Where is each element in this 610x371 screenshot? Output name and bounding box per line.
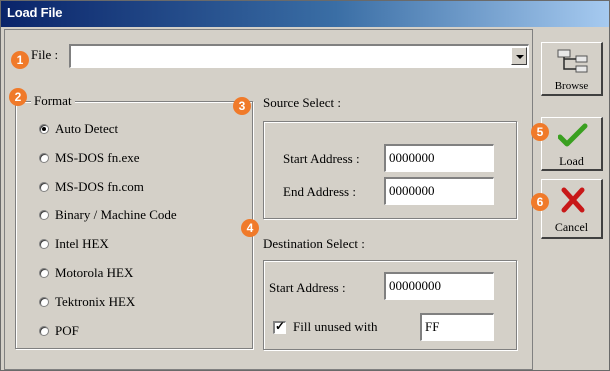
cancel-button[interactable]: Cancel (541, 179, 603, 239)
x-icon (561, 187, 585, 213)
radio-icon[interactable] (39, 297, 49, 307)
callout-1: 1 (11, 51, 29, 69)
radio-label: POF (55, 323, 79, 338)
source-end-label: End Address : (283, 184, 356, 199)
source-start-address-input[interactable]: 0000000 (384, 144, 494, 172)
file-dropdown-button[interactable] (511, 47, 527, 65)
radio-icon[interactable] (39, 268, 49, 278)
checkmark-icon (558, 123, 588, 147)
file-combobox[interactable] (69, 44, 529, 68)
browse-button[interactable]: Browse (541, 42, 603, 96)
radio-icon[interactable] (39, 326, 49, 336)
source-start-label: Start Address : (283, 151, 360, 166)
radio-label: MS-DOS fn.com (55, 179, 144, 194)
destination-select-title: Destination Select : (263, 236, 365, 251)
radio-label: Auto Detect (55, 121, 119, 136)
format-group (15, 101, 253, 349)
window-title: Load File (7, 5, 63, 20)
format-group-title: Format (31, 93, 75, 109)
callout-6: 6 (531, 193, 549, 211)
radio-label: MS-DOS fn.exe (55, 150, 140, 165)
load-file-dialog: Load File File : Format Auto Detect MS-D… (0, 0, 610, 371)
callout-5: 5 (531, 123, 549, 141)
browse-tree-icon (557, 49, 588, 73)
load-button[interactable]: Load (541, 117, 603, 171)
checkmark-icon: ✓ (275, 319, 286, 333)
source-end-address-input[interactable]: 0000000 (384, 177, 494, 205)
callout-2: 2 (9, 88, 27, 106)
radio-label: Binary / Machine Code (55, 207, 177, 222)
callout-3: 3 (233, 97, 251, 115)
browse-label: Browse (554, 80, 589, 92)
destination-start-label: Start Address : (269, 280, 346, 295)
destination-start-address-input[interactable]: 00000000 (384, 272, 494, 300)
radio-label: Motorola HEX (55, 265, 134, 280)
load-label: Load (559, 154, 584, 168)
radio-label: Tektronix HEX (55, 294, 136, 309)
radio-label: Intel HEX (55, 236, 109, 251)
fill-unused-checkbox[interactable]: ✓ (273, 319, 286, 334)
radio-icon[interactable] (39, 153, 49, 163)
cancel-label: Cancel (554, 220, 589, 234)
source-select-title: Source Select : (263, 95, 341, 110)
radio-icon[interactable] (39, 182, 49, 192)
title-bar[interactable]: Load File (1, 1, 609, 27)
callout-4: 4 (241, 219, 259, 237)
radio-icon[interactable] (39, 210, 49, 220)
radio-selected-icon[interactable] (39, 124, 49, 134)
fill-value-input[interactable]: FF (420, 313, 494, 341)
chevron-down-icon (516, 55, 524, 59)
radio-icon[interactable] (39, 239, 49, 249)
fill-unused-label: Fill unused with (293, 319, 378, 334)
file-label: File : (31, 47, 59, 62)
